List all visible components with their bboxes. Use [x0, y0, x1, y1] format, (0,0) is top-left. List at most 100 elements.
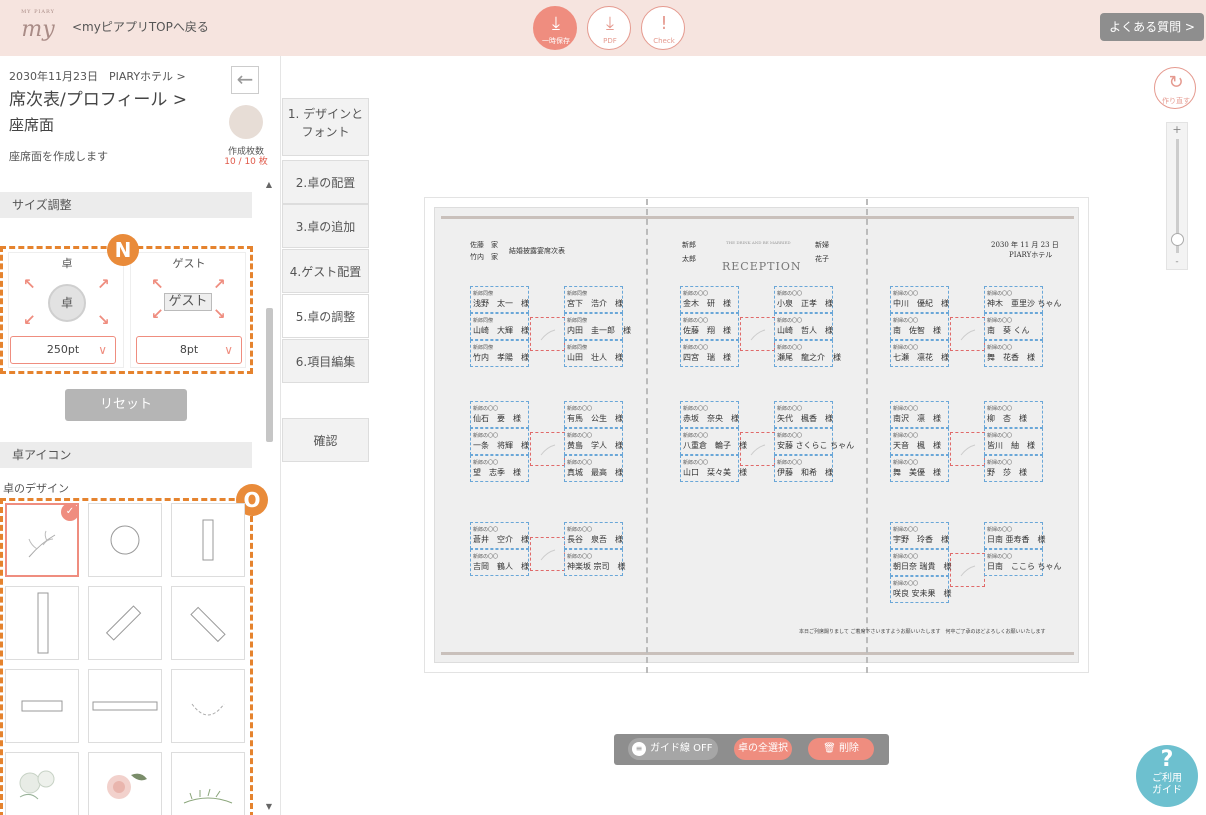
- seating-canvas[interactable]: 佐藤 家 竹内 家 結婚披露宴席次表 新郎 太郎 新婦 花子 THE DRINK…: [424, 197, 1089, 673]
- guest-cell[interactable]: 新郎の〇〇 四宮 瑞 様: [680, 340, 739, 367]
- faq-button[interactable]: よくある質問 >: [1100, 13, 1204, 41]
- guest-cell[interactable]: 新郎の〇〇 八重倉 輪子 様: [680, 428, 747, 455]
- back-to-top-link[interactable]: <myピアプリTOPへ戻る: [72, 18, 209, 35]
- guest-cell[interactable]: 新婦の〇〇野 莎 様: [984, 455, 1043, 482]
- design-tile-pink-rose[interactable]: [88, 752, 162, 815]
- guest-cell[interactable]: 新郎の〇〇 赤坂 奈央 様: [680, 401, 739, 428]
- guest-cell[interactable]: 新郎の〇〇 瀬尾 龍之介 様: [774, 340, 841, 367]
- table-cell[interactable]: [530, 432, 565, 466]
- guest-cell[interactable]: 新婦の〇〇 南沢 凛 様: [890, 401, 949, 428]
- guest-cell[interactable]: 新郎の〇〇 神楽坂 宗司 様: [564, 549, 626, 576]
- guest-cell[interactable]: 新郎の〇〇 長谷 泉吾 様: [564, 522, 623, 549]
- guest-cell[interactable]: 新郎の〇〇望 志季 様: [470, 455, 529, 482]
- guest-cell[interactable]: 新郎の〇〇 一条 将輝 様: [470, 428, 529, 455]
- design-tile-tall-rect[interactable]: [5, 586, 79, 660]
- guest-size-select[interactable]: 8pt ∨: [136, 336, 242, 364]
- guest-cell[interactable]: 新婦の〇〇 日南 亜寿香 様: [984, 522, 1046, 549]
- guest-cell[interactable]: 新婦の〇〇南 佐智 様: [890, 313, 949, 340]
- guest-cell[interactable]: 新婦の〇〇南 葵 くん: [984, 313, 1043, 340]
- guest-cell[interactable]: 新郎の〇〇 黄島 学人 様: [564, 428, 623, 455]
- guest-cell[interactable]: 新郎同僚 浅野 太一 様: [470, 286, 529, 313]
- guest-cell[interactable]: 新郎の〇〇 有馬 公生 様: [564, 401, 623, 428]
- step-guest-layout[interactable]: 4.ゲスト配置: [282, 249, 369, 293]
- design-tile-green-sprig[interactable]: [171, 752, 245, 815]
- guest-cell[interactable]: 新婦の〇〇柳 杏 様: [984, 401, 1043, 428]
- guest-cell[interactable]: 新郎の〇〇 伊藤 和希 様: [774, 455, 833, 482]
- guest-cell[interactable]: 新婦の〇〇舞 美優 様: [890, 455, 949, 482]
- guest-cell[interactable]: 新郎の〇〇 佐藤 翔 様: [680, 313, 739, 340]
- guest-cell[interactable]: 新婦の〇〇 日南 ここら ちゃん: [984, 549, 1062, 576]
- guest-relation: 新郎の〇〇: [567, 554, 593, 560]
- guest-cell[interactable]: 新郎の〇〇 小泉 正孝 様: [774, 286, 833, 313]
- guest-cell[interactable]: 新郎同僚 山崎 大輝 様: [470, 313, 529, 340]
- seating-paper: 佐藤 家 竹内 家 結婚披露宴席次表 新郎 太郎 新婦 花子 THE DRINK…: [434, 199, 1079, 673]
- zoom-slider[interactable]: + -: [1166, 122, 1188, 270]
- delete-button[interactable]: 🗑 削除: [808, 738, 874, 760]
- guest-cell[interactable]: 新婦の〇〇 天音 楓 様: [890, 428, 949, 455]
- guest-cell[interactable]: 新婦の〇〇 七瀬 凛花 様: [890, 340, 949, 367]
- reset-button[interactable]: リセット: [65, 389, 187, 421]
- pdf-button[interactable]: ⤓ PDF: [587, 6, 631, 50]
- help-guide-button[interactable]: ? ご利用 ガイド: [1136, 745, 1198, 807]
- confirm-button[interactable]: 確認: [282, 418, 369, 462]
- guest-cell[interactable]: 新郎同僚 山田 壮人 様: [564, 340, 623, 367]
- design-tile-horizontal-rect[interactable]: [5, 669, 79, 743]
- guest-cell[interactable]: 新郎の〇〇 仙石 要 様: [470, 401, 529, 428]
- table-cell[interactable]: [950, 553, 985, 587]
- step-table-add[interactable]: 3.卓の追加: [282, 204, 369, 248]
- scroll-thumb[interactable]: [266, 308, 273, 442]
- collapse-sidebar-button[interactable]: ←: [231, 66, 259, 94]
- guest-cell[interactable]: 新婦の〇〇 咲良 安未果 様: [890, 576, 952, 603]
- scroll-up-icon[interactable]: ▲: [264, 180, 274, 189]
- design-tile-wreath[interactable]: [171, 669, 245, 743]
- table-cell[interactable]: [530, 317, 565, 351]
- scroll-down-icon[interactable]: ▼: [264, 802, 274, 811]
- table-size-select[interactable]: 250pt ∨: [10, 336, 116, 364]
- guest-cell[interactable]: 新婦の〇〇 朝日奈 瑞貴 様: [890, 549, 952, 576]
- design-tile-leaf[interactable]: ✓: [5, 503, 79, 577]
- guest-cell[interactable]: 新郎の〇〇 蒼井 空介 様: [470, 522, 529, 549]
- guest-cell[interactable]: 新婦の〇〇 宇野 玲香 様: [890, 522, 949, 549]
- guest-cell[interactable]: 新郎の〇〇 真城 最高 様: [564, 455, 623, 482]
- step-table-layout[interactable]: 2.卓の配置: [282, 160, 369, 204]
- redo-button[interactable]: ↻ 作り直す: [1154, 67, 1196, 109]
- save-button[interactable]: ⤓ 一時保存: [533, 6, 577, 50]
- guest-cell[interactable]: 新郎の〇〇 吉岡 鶴人 様: [470, 549, 529, 576]
- guest-relation: 新婦の〇〇: [987, 318, 1013, 324]
- guest-cell[interactable]: 新郎の〇〇 金木 研 様: [680, 286, 739, 313]
- design-tile-diagonal-right[interactable]: [88, 586, 162, 660]
- table-cell[interactable]: [950, 432, 985, 466]
- guest-cell[interactable]: 新婦の〇〇 神木 亜里沙 ちゃん: [984, 286, 1062, 313]
- guest-cell[interactable]: 新郎同僚 内田 圭一郎 様: [564, 313, 631, 340]
- guest-cell[interactable]: 新郎同僚 竹内 孝陽 様: [470, 340, 529, 367]
- guest-cell[interactable]: 新郎同僚 宮下 浩介 様: [564, 286, 623, 313]
- table-cell[interactable]: [530, 537, 565, 571]
- zoom-knob[interactable]: [1171, 232, 1184, 246]
- piary-logo[interactable]: MY PIARY my: [18, 9, 58, 46]
- design-tile-circle[interactable]: [88, 503, 162, 577]
- design-tile-white-flowers[interactable]: [5, 752, 79, 815]
- check-button[interactable]: ! Check: [641, 6, 685, 50]
- design-tile-diagonal-left[interactable]: [171, 586, 245, 660]
- guest-cell[interactable]: 新郎の〇〇 山崎 哲人 様: [774, 313, 833, 340]
- select-all-tables-button[interactable]: 卓の全選択: [734, 738, 792, 760]
- step-design-font[interactable]: 1. デザインと フォント: [282, 98, 369, 156]
- step-table-adjust[interactable]: 5.卓の調整: [282, 294, 369, 338]
- zoom-out-icon[interactable]: -: [1167, 257, 1187, 267]
- guest-cell[interactable]: 新郎の〇〇 矢代 楓香 様: [774, 401, 833, 428]
- guide-line-toggle[interactable]: ≡ ガイド線 OFF: [628, 738, 718, 760]
- design-tile-vertical-rect[interactable]: [171, 503, 245, 577]
- guest-cell[interactable]: 新郎の〇〇 安藤 さくらこ ちゃん: [774, 428, 854, 455]
- table-cell[interactable]: [740, 317, 775, 351]
- guest-cell[interactable]: 新婦の〇〇 中川 優紀 様: [890, 286, 949, 313]
- design-tile-wide-rect[interactable]: [88, 669, 162, 743]
- guest-cell[interactable]: 新婦の〇〇舞 花香 様: [984, 340, 1043, 367]
- breadcrumb[interactable]: 2030年11月23日 PIARYホテル >: [9, 68, 186, 84]
- guest-cell[interactable]: 新郎の〇〇 山口 栞々美 様: [680, 455, 747, 482]
- zoom-in-icon[interactable]: +: [1167, 123, 1187, 136]
- step-item-edit[interactable]: 6.項目編集: [282, 339, 369, 383]
- guest-cell[interactable]: 新婦の〇〇 皆川 紬 様: [984, 428, 1043, 455]
- section-title[interactable]: 席次表/プロフィール >: [9, 85, 187, 110]
- table-cell[interactable]: [950, 317, 985, 351]
- guest-name: 山田 壮人 様: [567, 353, 623, 362]
